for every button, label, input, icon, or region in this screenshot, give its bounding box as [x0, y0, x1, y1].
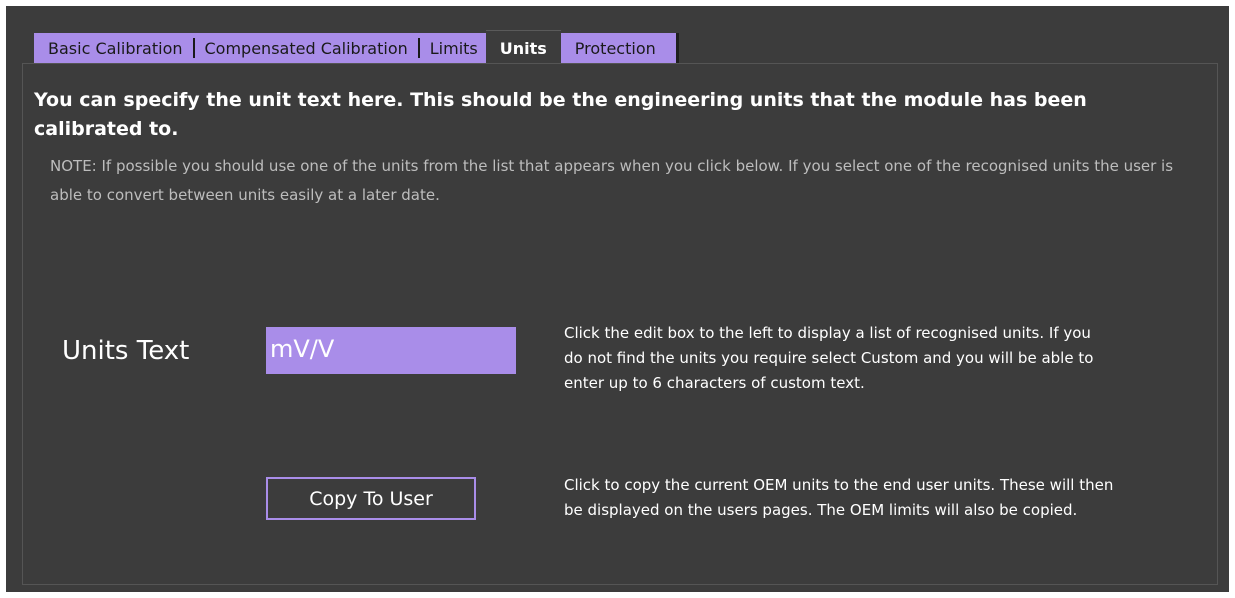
tab-units[interactable]: Units [485, 30, 561, 65]
page-heading: You can specify the unit text here. This… [34, 89, 1087, 140]
tab-protection[interactable]: Protection [560, 33, 679, 63]
tab-group-left: Basic Calibration Compensated Calibratio… [34, 33, 486, 63]
tab-basic-calibration[interactable]: Basic Calibration [48, 39, 183, 58]
copy-help-text: Click to copy the current OEM units to t… [564, 476, 1114, 519]
units-text-label: Units Text [62, 336, 190, 366]
units-text-input[interactable] [266, 327, 516, 374]
tab-compensated-calibration[interactable]: Compensated Calibration [205, 39, 408, 58]
tab-limits[interactable]: Limits [430, 39, 478, 58]
copy-to-user-button[interactable]: Copy To User [266, 477, 476, 520]
note-text: NOTE: If possible you should use one of … [50, 157, 1174, 204]
tab-divider [417, 38, 420, 58]
tab-bar: Basic Calibration Compensated Calibratio… [34, 30, 679, 65]
tab-divider [192, 38, 195, 58]
units-help-text: Click the edit box to the left to displa… [564, 324, 1094, 392]
